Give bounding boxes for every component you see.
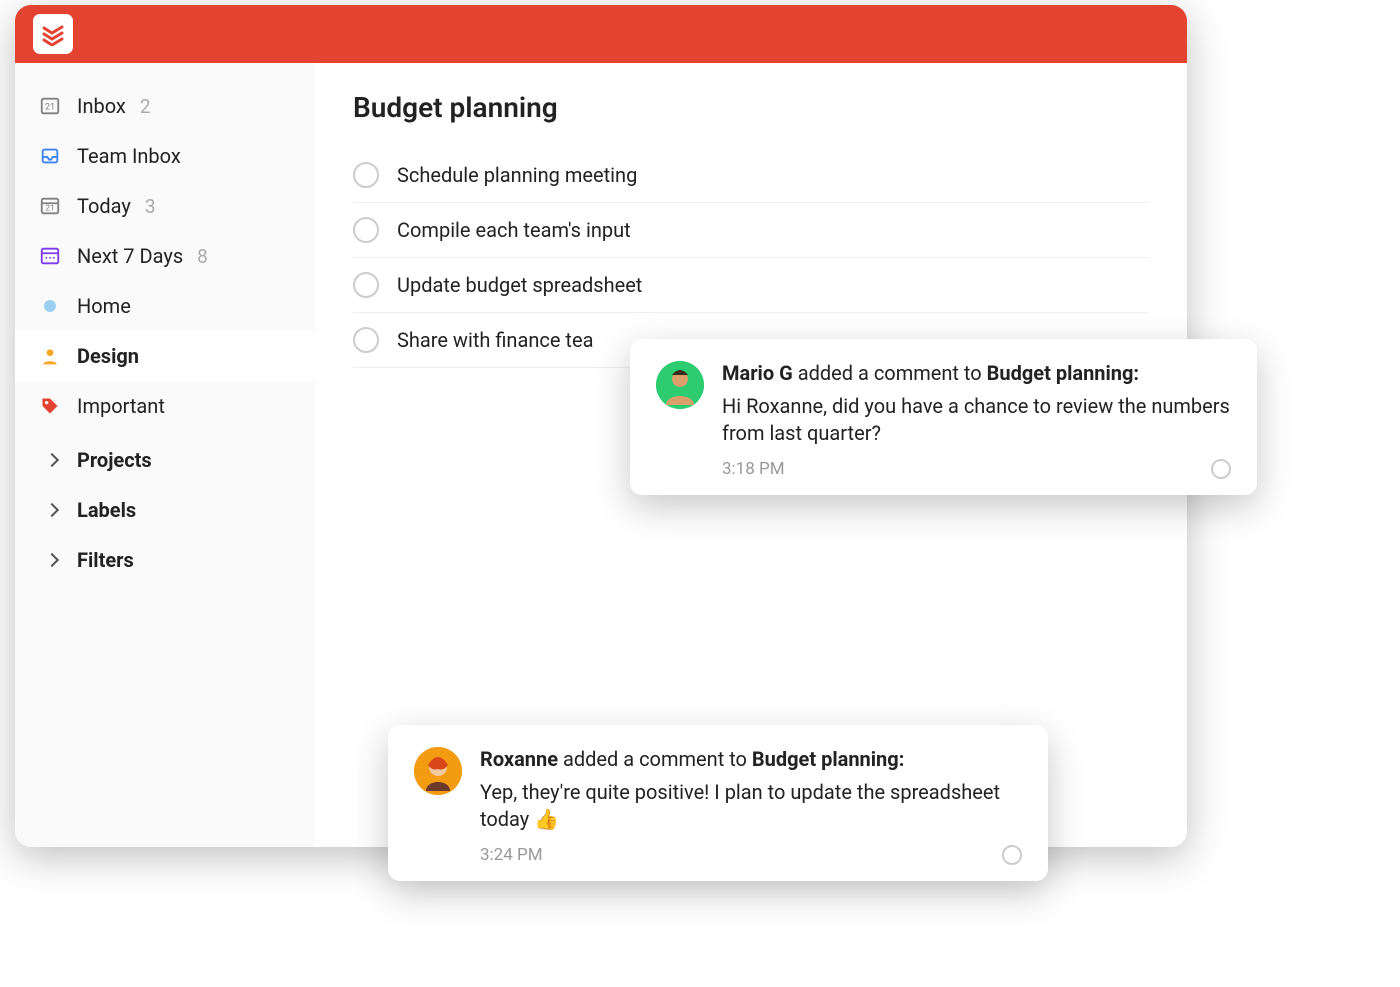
page-title: Budget planning xyxy=(353,91,1149,124)
sidebar: 21 Inbox 2 Team Inbox 21 Today 3 xyxy=(15,63,315,847)
notification-card[interactable]: Mario G added a comment to Budget planni… xyxy=(630,339,1257,495)
task-label: Share with finance tea xyxy=(397,328,593,352)
task-row[interactable]: Compile each team's input xyxy=(353,203,1149,258)
app-logo[interactable] xyxy=(33,14,73,54)
sidebar-item-important[interactable]: Important xyxy=(15,381,315,431)
sidebar-item-next-7-days[interactable]: Next 7 Days 8 xyxy=(15,231,315,281)
notification-time: 3:24 PM xyxy=(480,845,543,865)
next-7-days-icon xyxy=(37,243,63,269)
sidebar-item-label: Team Inbox xyxy=(77,144,181,168)
notification-body: Roxanne added a comment to Budget planni… xyxy=(480,747,1022,865)
sidebar-item-inbox[interactable]: 21 Inbox 2 xyxy=(15,81,315,131)
sidebar-item-label: Next 7 Days xyxy=(77,244,183,268)
sidebar-item-count: 8 xyxy=(197,245,208,268)
team-inbox-icon xyxy=(37,143,63,169)
sidebar-section-labels[interactable]: Labels xyxy=(15,485,315,535)
notification-card[interactable]: Roxanne added a comment to Budget planni… xyxy=(388,725,1048,881)
sidebar-item-team-inbox[interactable]: Team Inbox xyxy=(15,131,315,181)
task-row[interactable]: Update budget spreadsheet xyxy=(353,258,1149,313)
sidebar-section-label: Projects xyxy=(77,448,152,472)
sidebar-item-label: Home xyxy=(77,294,131,318)
chevron-right-icon xyxy=(37,547,63,573)
avatar xyxy=(414,747,462,795)
sidebar-section-projects[interactable]: Projects xyxy=(15,435,315,485)
inbox-icon: 21 xyxy=(37,93,63,119)
sidebar-item-label: Today xyxy=(77,194,131,218)
sidebar-item-count: 2 xyxy=(140,95,151,118)
tag-icon xyxy=(37,393,63,419)
svg-text:21: 21 xyxy=(45,204,54,214)
notification-title: Roxanne added a comment to Budget planni… xyxy=(480,747,1022,771)
notification-target: Budget planning: xyxy=(752,747,904,771)
sidebar-item-design[interactable]: Design xyxy=(15,331,315,381)
sidebar-item-today[interactable]: 21 Today 3 xyxy=(15,181,315,231)
avatar xyxy=(656,361,704,409)
task-checkbox[interactable] xyxy=(353,272,379,298)
notification-message: Yep, they're quite positive! I plan to u… xyxy=(480,779,1022,833)
mark-read-circle[interactable] xyxy=(1002,845,1022,865)
person-icon xyxy=(37,343,63,369)
notification-target: Budget planning: xyxy=(987,361,1139,385)
notification-footer: 3:18 PM xyxy=(722,459,1231,479)
sidebar-item-label: Important xyxy=(77,394,165,418)
dot-icon xyxy=(37,293,63,319)
top-bar xyxy=(15,5,1187,63)
notification-author: Roxanne xyxy=(480,747,558,771)
notification-message: Hi Roxanne, did you have a chance to rev… xyxy=(722,393,1231,447)
svg-text:21: 21 xyxy=(45,103,55,113)
today-icon: 21 xyxy=(37,193,63,219)
task-checkbox[interactable] xyxy=(353,327,379,353)
sidebar-section-label: Filters xyxy=(77,548,134,572)
chevron-right-icon xyxy=(37,497,63,523)
notification-action: added a comment to xyxy=(793,361,987,385)
notification-action: added a comment to xyxy=(558,747,752,771)
task-label: Compile each team's input xyxy=(397,218,631,242)
task-row[interactable]: Schedule planning meeting xyxy=(353,148,1149,203)
mark-read-circle[interactable] xyxy=(1211,459,1231,479)
notification-title: Mario G added a comment to Budget planni… xyxy=(722,361,1231,385)
notification-body: Mario G added a comment to Budget planni… xyxy=(722,361,1231,479)
task-label: Schedule planning meeting xyxy=(397,163,637,187)
sidebar-section-label: Labels xyxy=(77,498,136,522)
sidebar-item-label: Design xyxy=(77,344,139,368)
sidebar-item-count: 3 xyxy=(145,195,156,218)
task-checkbox[interactable] xyxy=(353,217,379,243)
todoist-logo-icon xyxy=(41,22,65,46)
task-label: Update budget spreadsheet xyxy=(397,273,642,297)
chevron-right-icon xyxy=(37,447,63,473)
notification-footer: 3:24 PM xyxy=(480,845,1022,865)
task-checkbox[interactable] xyxy=(353,162,379,188)
sidebar-item-label: Inbox xyxy=(77,94,126,118)
sidebar-item-home[interactable]: Home xyxy=(15,281,315,331)
notification-author: Mario G xyxy=(722,361,793,385)
notification-time: 3:18 PM xyxy=(722,459,785,479)
sidebar-section-filters[interactable]: Filters xyxy=(15,535,315,585)
